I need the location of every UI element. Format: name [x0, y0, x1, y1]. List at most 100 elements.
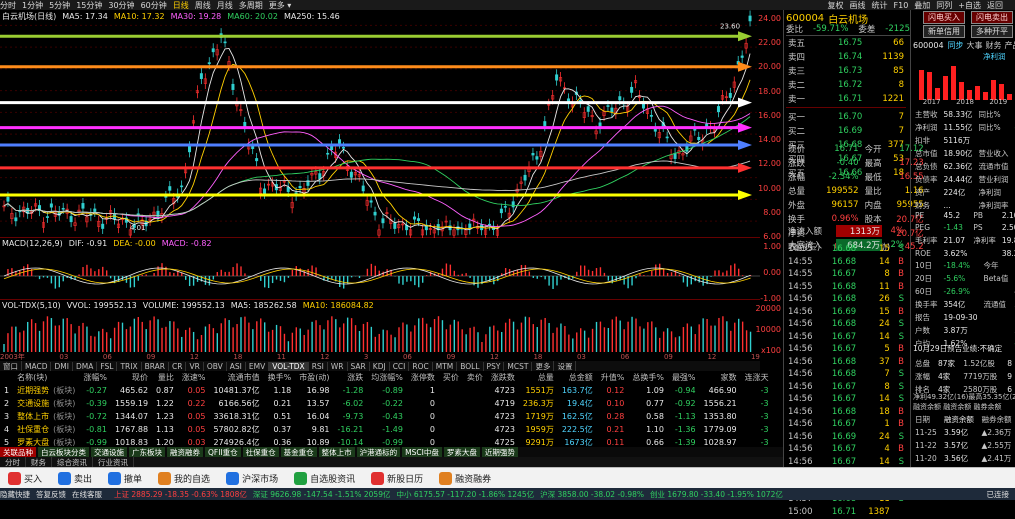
- top-tool[interactable]: 画线: [850, 0, 866, 11]
- indicator-tab[interactable]: ROC: [409, 361, 433, 371]
- period-tab[interactable]: 60分钟: [141, 0, 167, 11]
- indicator-tab[interactable]: CR: [169, 361, 187, 371]
- period-tab[interactable]: 30分钟: [108, 0, 134, 11]
- col-header[interactable]: [0, 371, 13, 384]
- indicator-tab[interactable]: ASI: [227, 361, 246, 371]
- col-header[interactable]: 涨速%: [178, 371, 210, 384]
- bottom-tab[interactable]: 分时: [0, 456, 26, 468]
- col-header[interactable]: 流通市值: [209, 371, 263, 384]
- sector-tab[interactable]: 近期强势: [481, 447, 518, 457]
- f10-tab[interactable]: 产品: [1005, 40, 1015, 51]
- flash-buy-button[interactable]: 闪电买入: [923, 11, 965, 24]
- kline-chart[interactable]: 白云机场(日线) MA5: 17.34 MA10: 17.32 MA30: 19.2…: [0, 10, 760, 238]
- top-tool[interactable]: 复权: [828, 0, 844, 11]
- toolbar-button[interactable]: 撤单: [108, 471, 142, 485]
- toolbar-button[interactable]: 卖出: [58, 471, 92, 485]
- indicator-tab[interactable]: PSY: [484, 361, 505, 371]
- indicator-tab[interactable]: MACD: [22, 361, 52, 371]
- col-header[interactable]: 名称(块): [13, 371, 79, 384]
- f10-tab[interactable]: 大事: [967, 40, 983, 51]
- table-row[interactable]: 1 近期强势 (板块) -0.27 465.62 0.87 0.05 10481.37亿 1.1…: [0, 384, 773, 397]
- bottom-tab[interactable]: 行业资讯: [93, 456, 134, 468]
- indicator-tab[interactable]: VOL-TDX: [269, 361, 309, 371]
- table-row[interactable]: 5 罗素大盘 (板块) -0.99 1018.83 1.20 0.03 274926.4亿 0.…: [0, 436, 773, 446]
- top-tool[interactable]: 返回: [987, 0, 1003, 11]
- sector-tab[interactable]: 罗素大盘: [443, 447, 480, 457]
- indicator-tab[interactable]: MCST: [504, 361, 533, 371]
- bottom-tab[interactable]: 综合资讯: [52, 456, 93, 468]
- col-header[interactable]: 升值%: [597, 371, 629, 384]
- sector-tab[interactable]: 白云板块分类: [38, 447, 89, 457]
- indicator-tab[interactable]: TRIX: [117, 361, 142, 371]
- sector-tab[interactable]: 融资融券: [167, 447, 203, 457]
- f10-tab[interactable]: 财务: [986, 40, 1002, 51]
- orderbook-row[interactable]: 买二 16.69 7: [786, 125, 906, 137]
- sector-tab[interactable]: 社保重仓: [242, 447, 279, 457]
- f10-tab[interactable]: 同步: [948, 40, 964, 51]
- sector-tab[interactable]: 沪港通标的: [356, 447, 401, 457]
- table-row[interactable]: 3 整体上市 (板块) -0.72 1344.07 1.23 0.05 33618.31亿 0.…: [0, 410, 773, 423]
- col-header[interactable]: 现价: [111, 371, 152, 384]
- top-tool[interactable]: 同列: [936, 0, 952, 11]
- top-tool[interactable]: +自选: [958, 0, 981, 11]
- toolbar-button[interactable]: 自选股资讯: [294, 471, 355, 485]
- indicator-tab[interactable]: 设置: [554, 361, 577, 371]
- col-header[interactable]: 总量: [519, 371, 558, 384]
- col-header[interactable]: 量比: [152, 371, 178, 384]
- col-header[interactable]: 涨跌数: [487, 371, 519, 384]
- macd-panel[interactable]: MACD(12,26,9) DIF: -0.91 DEA: -0.00 MACD: -…: [0, 238, 760, 300]
- period-tab[interactable]: 日线: [173, 0, 189, 11]
- toolbar-button[interactable]: 我的自选: [158, 471, 210, 485]
- orderbook-row[interactable]: 买一 16.70 7: [786, 111, 906, 123]
- orderbook-row[interactable]: 卖三 16.73 85: [786, 65, 906, 77]
- col-header[interactable]: 总金额: [558, 371, 597, 384]
- top-tool[interactable]: 统计: [872, 0, 888, 11]
- indicator-tab[interactable]: DMI: [51, 361, 73, 371]
- sector-tab[interactable]: 交通设施: [91, 447, 127, 457]
- col-header[interactable]: 总换手%: [628, 371, 668, 384]
- sector-tab[interactable]: 基金重仓: [280, 447, 317, 457]
- col-header[interactable]: 连涨天: [741, 371, 773, 384]
- period-tab[interactable]: 5分钟: [49, 0, 70, 11]
- indicator-tab[interactable]: VR: [186, 361, 204, 371]
- multi-open-button[interactable]: 多种开平: [971, 25, 1013, 38]
- table-row[interactable]: 2 交通设施 (板块) -0.39 1559.19 1.22 0.22 6166.56亿 0.2…: [0, 397, 773, 410]
- toolbar-button[interactable]: 融资融券: [439, 471, 491, 485]
- indicator-tab[interactable]: FSL: [97, 361, 118, 371]
- indicator-tab[interactable]: RSI: [309, 361, 328, 371]
- indicator-tab[interactable]: BRAR: [142, 361, 170, 371]
- indicator-tab[interactable]: DMA: [73, 361, 98, 371]
- orderbook-row[interactable]: 卖四 16.74 1139: [786, 51, 906, 63]
- volume-panel[interactable]: VOL-TDX(5,10) VVOL: 199552.13 VOLUME: 1995…: [0, 300, 760, 352]
- indicator-tab[interactable]: OBV: [204, 361, 227, 371]
- col-header[interactable]: 家数: [700, 371, 741, 384]
- period-tab[interactable]: 月线: [217, 0, 233, 11]
- table-row[interactable]: 4 社保重仓 (板块) -0.81 1767.88 1.13 0.05 57802.82亿 0.…: [0, 423, 773, 436]
- toolbar-button[interactable]: 买入: [8, 471, 42, 485]
- indicator-tab[interactable]: 更多: [532, 361, 555, 371]
- orderbook-row[interactable]: 卖二 16.72 8: [786, 79, 906, 91]
- flash-sell-button[interactable]: 闪电卖出: [971, 11, 1013, 24]
- new-credit-button[interactable]: 新单信用: [923, 25, 965, 38]
- sector-tab[interactable]: MSCI中盘: [402, 447, 442, 457]
- indicator-tab[interactable]: BOLL: [457, 361, 484, 371]
- sector-tab[interactable]: 关联品种: [0, 447, 36, 457]
- status-link[interactable]: 答复反馈: [36, 489, 66, 500]
- bottom-tab[interactable]: 财务: [26, 456, 52, 468]
- col-header[interactable]: 卖价: [463, 371, 487, 384]
- indicator-tab[interactable]: KDJ: [370, 361, 390, 371]
- status-link[interactable]: 隐藏快捷: [0, 489, 30, 500]
- indicator-tab[interactable]: 窗口: [0, 361, 22, 371]
- col-header[interactable]: 买价: [439, 371, 463, 384]
- col-header[interactable]: 最强%: [668, 371, 700, 384]
- orderbook-row[interactable]: 卖一 16.71 1221: [786, 93, 906, 105]
- col-header[interactable]: 市盈(动): [295, 371, 333, 384]
- col-header[interactable]: 涨跌: [334, 371, 368, 384]
- col-header[interactable]: 换手%: [264, 371, 296, 384]
- indicator-tab[interactable]: SAR: [348, 361, 370, 371]
- col-header[interactable]: 涨停数: [407, 371, 439, 384]
- col-header[interactable]: 涨幅%: [79, 371, 111, 384]
- top-tool[interactable]: 叠加: [914, 0, 930, 11]
- period-tab[interactable]: 15分钟: [76, 0, 102, 11]
- indicator-tab[interactable]: EMV: [246, 361, 270, 371]
